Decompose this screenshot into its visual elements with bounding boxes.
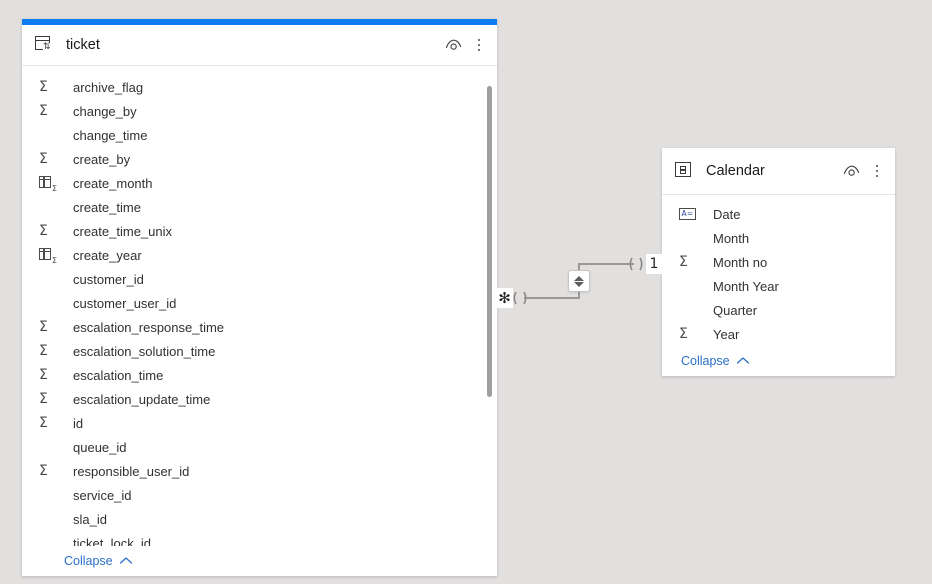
cardinality-one-badge[interactable]: 1	[646, 254, 662, 274]
arrow-down-icon	[574, 281, 584, 287]
arrow-up-icon	[574, 275, 584, 281]
cardinality-many-badge[interactable]: ✻	[496, 288, 513, 308]
relationship-line	[513, 257, 643, 305]
cross-filter-direction-icon[interactable]	[568, 270, 590, 292]
cardinality-one-label: 1	[649, 256, 659, 272]
relationship-layer: ✻ 1	[0, 0, 932, 584]
cardinality-many-label: ✻	[498, 289, 511, 307]
